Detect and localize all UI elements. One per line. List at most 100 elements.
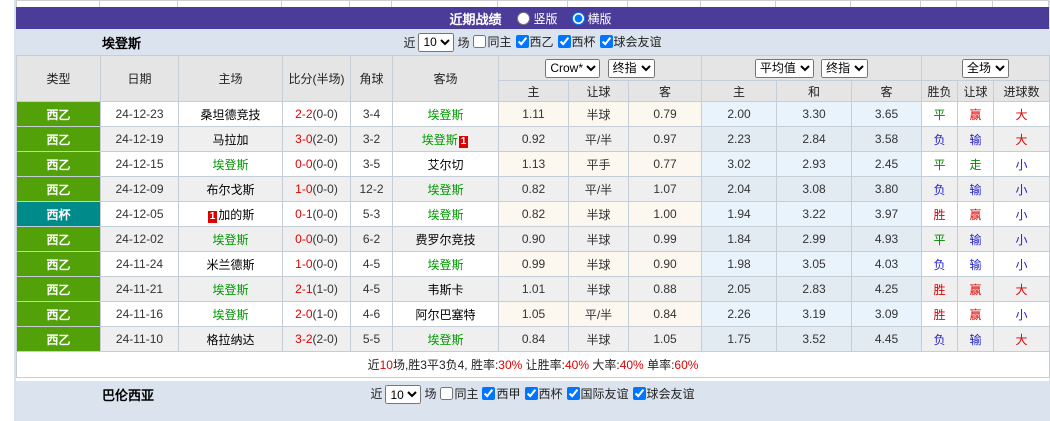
filter-checkbox[interactable] xyxy=(440,387,454,400)
home-team-cell: 埃登斯 xyxy=(178,226,283,252)
avg-away-odds: 4.25 xyxy=(850,276,923,302)
horizontal-layout-radio[interactable] xyxy=(571,11,585,25)
fulltime-select[interactable]: 全场 xyxy=(962,58,1010,78)
remnant-cell xyxy=(498,1,568,7)
home-team-name: 布尔戈斯 xyxy=(206,182,255,197)
fulltime-score: 0-1 xyxy=(295,207,313,221)
remnant-cell xyxy=(957,1,993,7)
avg-away-odds: 4.45 xyxy=(850,326,923,352)
filter-checkbox[interactable] xyxy=(599,35,613,48)
filter-checkbox[interactable] xyxy=(515,35,529,48)
home-team-cell: 桑坦德竞技 xyxy=(178,101,283,127)
home-team-name: 加的斯 xyxy=(218,207,255,222)
avg-away-odds: 3.65 xyxy=(850,101,923,127)
goals-result: 大 xyxy=(993,101,1050,127)
avg-home-odds: 3.02 xyxy=(701,151,777,177)
away-team-name: 埃登斯 xyxy=(421,132,458,147)
competition-filters: 同主 西甲 西杯 国际友谊 球会友谊 xyxy=(436,385,695,403)
summary-stat-value: 60% xyxy=(674,358,699,372)
filter-label: 球会友谊 xyxy=(613,35,662,49)
wdl-result: 胜 xyxy=(921,301,959,327)
filter-option[interactable]: 西乙 xyxy=(515,33,554,50)
handicap-result: 输 xyxy=(957,326,995,352)
goals-result: 小 xyxy=(993,176,1050,202)
games-count-select[interactable]: 10 xyxy=(418,32,455,52)
filter-checkbox[interactable] xyxy=(632,387,646,400)
wdl-result: 负 xyxy=(921,126,959,152)
games-count-select[interactable]: 10 xyxy=(385,385,422,404)
bookmaker-select[interactable]: Crow* xyxy=(545,58,601,78)
avg-home-odds: 2.04 xyxy=(701,176,777,202)
avg-away-odds: 3.97 xyxy=(850,201,923,227)
filter-checkbox[interactable] xyxy=(482,387,496,400)
filter-checkbox[interactable] xyxy=(524,387,538,400)
summary-stat-value: 30% xyxy=(498,358,523,372)
filter-option[interactable]: 同主 xyxy=(473,33,512,50)
average-select[interactable]: 平均值 xyxy=(754,58,814,78)
halftime-score: (2-0) xyxy=(312,332,338,346)
games-label: 场 xyxy=(424,387,437,401)
filter-option[interactable]: 球会友谊 xyxy=(632,385,695,402)
away-odds: 0.79 xyxy=(628,101,702,127)
home-team-name: 埃登斯 xyxy=(212,157,249,172)
away-odds: 0.88 xyxy=(628,276,702,302)
remnant-cell xyxy=(921,1,957,7)
avg-home-odds: 2.05 xyxy=(701,276,777,302)
handicap: 半球 xyxy=(568,201,629,227)
halftime-score: (0-0) xyxy=(312,232,338,246)
avg-away-odds: 2.45 xyxy=(850,151,923,177)
filter-label: 球会友谊 xyxy=(646,387,695,401)
remnant-cell xyxy=(701,1,776,7)
match-date: 24-12-19 xyxy=(100,126,179,152)
handicap: 半球 xyxy=(568,276,629,302)
goals-result: 小 xyxy=(993,251,1050,277)
competition-filters: 同主 西乙 西杯 球会友谊 xyxy=(469,33,662,51)
away-team-name: 埃登斯 xyxy=(427,107,464,122)
filter-option[interactable]: 球会友谊 xyxy=(599,33,662,50)
filter-label: 西甲 xyxy=(496,387,521,401)
filter-checkbox[interactable] xyxy=(557,35,571,48)
away-odds: 0.97 xyxy=(628,126,702,152)
filter-checkbox[interactable] xyxy=(566,387,580,400)
halftime-score: (0-0) xyxy=(312,182,338,196)
filter-option[interactable]: 西甲 xyxy=(482,385,521,402)
goals-result: 大 xyxy=(993,326,1050,352)
handicap-result: 赢 xyxy=(957,301,995,327)
wdl-result: 胜 xyxy=(921,201,959,227)
filter-option[interactable]: 同主 xyxy=(440,385,478,402)
match-row: 西乙 24-12-23 桑坦德竞技 2-2(0-0) 3-4 埃登斯 1.11 … xyxy=(16,101,1050,127)
filter-label: 西杯 xyxy=(538,387,563,401)
layout-vertical-option[interactable]: 竖版 xyxy=(517,10,558,27)
home-team-cell: 埃登斯 xyxy=(178,301,283,327)
col-header-score: 比分(半场) xyxy=(282,55,351,102)
vertical-layout-radio[interactable] xyxy=(517,11,531,25)
avg-draw-odds: 3.19 xyxy=(776,301,852,327)
avg-home-odds: 1.98 xyxy=(701,251,777,277)
match-row: 西乙 24-12-19 马拉加 3-0(2-0) 3-2 埃登斯 1 0.92 平… xyxy=(16,126,1050,152)
remnant-cell xyxy=(178,1,282,7)
fulltime-score: 0-0 xyxy=(295,232,313,246)
home-team-cell: 1 加的斯 xyxy=(178,201,283,227)
layout-horizontal-option[interactable]: 横版 xyxy=(571,10,612,27)
league-badge: 西乙 xyxy=(16,126,101,152)
goals-result: 小 xyxy=(993,201,1050,227)
halftime-score: (2-0) xyxy=(312,132,338,146)
average-stage-select[interactable]: 终指 xyxy=(821,58,869,78)
home-team-name: 埃登斯 xyxy=(212,232,249,247)
focus-team-name: 埃登斯 xyxy=(102,35,142,51)
filter-checkbox[interactable] xyxy=(473,35,487,48)
away-team-cell: 韦斯卡 xyxy=(392,276,499,302)
away-team-cell: 埃登斯 xyxy=(392,326,499,352)
filter-option[interactable]: 西杯 xyxy=(524,385,563,402)
halftime-score: (0-0) xyxy=(312,257,338,271)
filter-option[interactable]: 西杯 xyxy=(557,33,596,50)
filter-option[interactable]: 国际友谊 xyxy=(566,385,629,402)
league-badge: 西乙 xyxy=(16,226,101,252)
bookmaker-stage-select[interactable]: 终指 xyxy=(607,58,655,78)
home-team-cell: 马拉加 xyxy=(178,126,283,152)
away-team-cell: 埃登斯 xyxy=(392,201,499,227)
away-team-cell: 埃登斯 xyxy=(392,176,499,202)
avg-draw-odds: 2.93 xyxy=(776,151,852,177)
home-team-name: 桑坦德竞技 xyxy=(200,107,261,122)
home-odds: 0.82 xyxy=(498,176,569,202)
